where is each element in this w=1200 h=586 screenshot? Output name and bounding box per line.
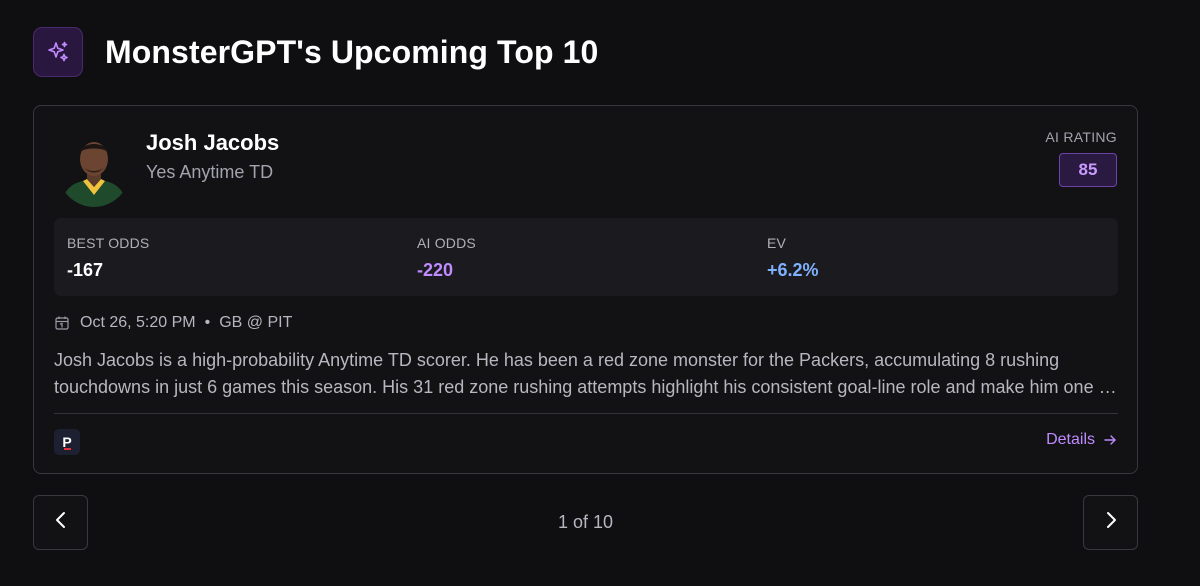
odds-panel: BEST ODDS -167 AI ODDS -220 EV +6.2% [54, 218, 1118, 296]
player-avatar [57, 129, 131, 207]
page-indicator: 1 of 10 [557, 512, 614, 532]
ai-odds-label: AI ODDS [417, 235, 476, 251]
header: MonsterGPT's Upcoming Top 10 [33, 26, 598, 78]
chevron-right-icon [1103, 511, 1119, 534]
ev-value: +6.2% [767, 260, 819, 280]
divider [54, 413, 1118, 414]
pick-description: Josh Jacobs is a high-probability Anytim… [54, 350, 1114, 397]
player-name: Josh Jacobs [146, 130, 280, 155]
calendar-icon [54, 315, 70, 331]
game-meta: Oct 26, 5:20 PM • GB @ PIT [54, 313, 292, 333]
sparkles-icon [33, 27, 83, 77]
meta-separator: • [204, 314, 211, 331]
pick-card: Josh Jacobs Yes Anytime TD AI RATING 85 … [33, 105, 1138, 474]
game-matchup: GB @ PIT [219, 314, 293, 331]
ev-label: EV [767, 235, 787, 251]
next-button[interactable] [1083, 495, 1138, 550]
page-title: MonsterGPT's Upcoming Top 10 [105, 33, 599, 70]
best-odds-value: -167 [67, 260, 104, 280]
page: MonsterGPT's Upcoming Top 10 Josh Jacobs… [0, 0, 1200, 586]
ai-rating-badge: 85 [1059, 153, 1117, 187]
ai-rating-label: AI RATING [1045, 129, 1117, 145]
pick-type-label: Yes Anytime TD [146, 162, 274, 182]
sportsbook-logo-icon: P [54, 429, 80, 455]
details-link[interactable]: Details [1046, 431, 1117, 449]
ai-odds-value: -220 [417, 260, 454, 280]
details-label: Details [1046, 431, 1095, 448]
best-odds-label: BEST ODDS [67, 235, 150, 251]
game-date: Oct 26, 5:20 PM [80, 314, 196, 331]
arrow-right-icon [1103, 433, 1117, 447]
